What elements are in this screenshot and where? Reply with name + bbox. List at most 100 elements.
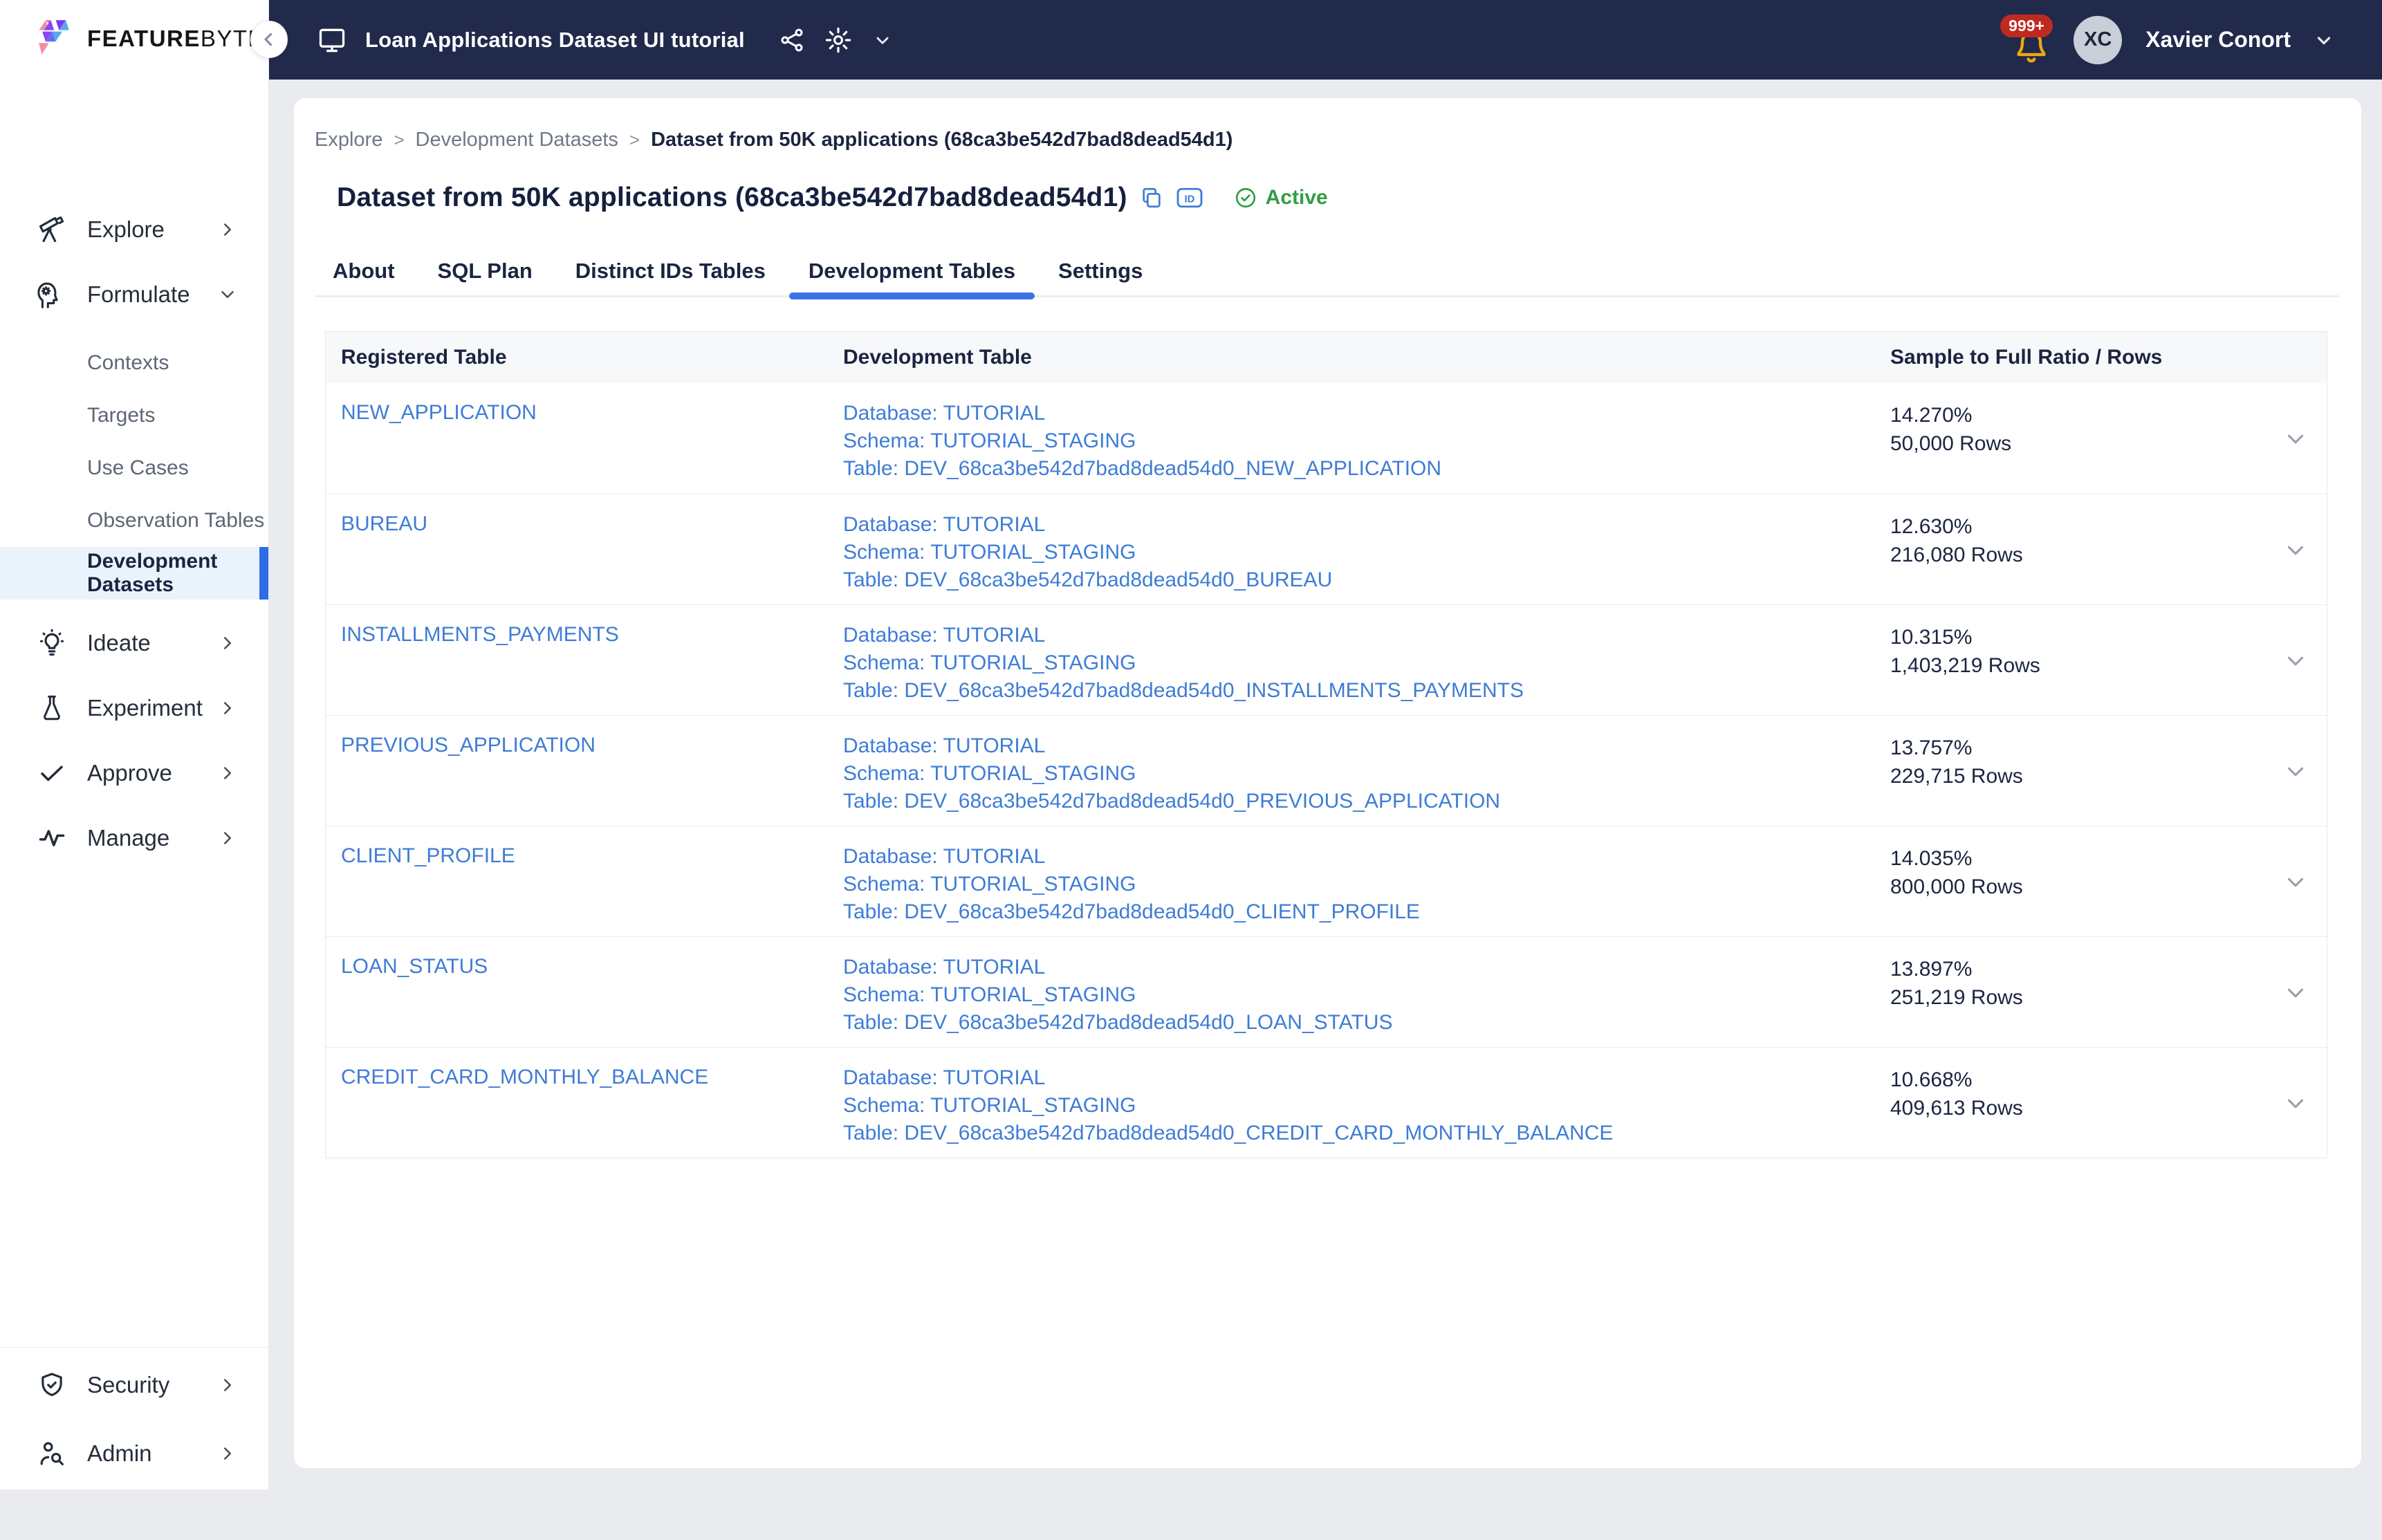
sidebar-item-approve[interactable]: Approve xyxy=(0,741,268,806)
database-label: Database: xyxy=(843,1066,938,1089)
sample-cell: 13.897% 251,219 Rows xyxy=(1875,937,2327,1047)
breadcrumb-item-explore[interactable]: Explore xyxy=(315,129,382,151)
sidebar-bottom: Security Admin xyxy=(0,1347,268,1490)
sidebar-subitem-contexts[interactable]: Contexts xyxy=(0,337,268,389)
notifications-bell[interactable]: 999+ xyxy=(2010,16,2053,64)
gear-icon[interactable] xyxy=(824,26,853,55)
table-line[interactable]: Table: DEV_68ca3be542d7bad8dead54d0_LOAN… xyxy=(843,1009,1875,1037)
development-tables-table: Registered Table Development Table Sampl… xyxy=(325,331,2327,1158)
table-line[interactable]: Table: DEV_68ca3be542d7bad8dead54d0_NEW_… xyxy=(843,455,1875,483)
database-line[interactable]: Database: TUTORIAL xyxy=(843,843,1875,871)
database-line[interactable]: Database: TUTORIAL xyxy=(843,622,1875,649)
sidebar-item-experiment[interactable]: Experiment xyxy=(0,676,268,741)
table-label: Table: xyxy=(843,1122,898,1144)
schema-label: Schema: xyxy=(843,873,925,896)
registered-table-link[interactable]: PREVIOUS_APPLICATION xyxy=(341,734,596,757)
lightbulb-icon xyxy=(36,628,68,658)
workspace-menu-chevron-icon[interactable] xyxy=(871,28,894,52)
sidebar-subitem-observation-tables[interactable]: Observation Tables xyxy=(0,494,268,547)
row-expand-chevron-icon[interactable] xyxy=(2282,759,2309,785)
table-line[interactable]: Table: DEV_68ca3be542d7bad8dead54d0_CLIE… xyxy=(843,898,1875,926)
database-line[interactable]: Database: TUTORIAL xyxy=(843,1064,1875,1092)
table-line[interactable]: Table: DEV_68ca3be542d7bad8dead54d0_CRED… xyxy=(843,1120,1875,1147)
schema-line[interactable]: Schema: TUTORIAL_STAGING xyxy=(843,539,1875,566)
sidebar-nav: Explore Formulate xyxy=(0,197,268,871)
registered-table-link[interactable]: NEW_APPLICATION xyxy=(341,401,537,424)
registered-table-link[interactable]: LOAN_STATUS xyxy=(341,955,488,978)
database-value: TUTORIAL xyxy=(943,513,1046,536)
sidebar-item-security[interactable]: Security xyxy=(0,1351,268,1419)
avatar[interactable]: XC xyxy=(2074,16,2122,64)
copy-icon[interactable] xyxy=(1140,186,1163,210)
sample-ratio: 14.035% xyxy=(1890,844,2327,873)
registered-table-link[interactable]: CREDIT_CARD_MONTHLY_BALANCE xyxy=(341,1066,708,1088)
row-expand-chevron-icon[interactable] xyxy=(2282,426,2309,452)
registered-table-link[interactable]: INSTALLMENTS_PAYMENTS xyxy=(341,623,619,646)
row-expand-chevron-icon[interactable] xyxy=(2282,648,2309,674)
tab-sql-plan[interactable]: SQL Plan xyxy=(438,249,533,295)
sidebar-subitem-targets[interactable]: Targets xyxy=(0,389,268,442)
table-line[interactable]: Table: DEV_68ca3be542d7bad8dead54d0_BURE… xyxy=(843,566,1875,594)
user-name: Xavier Conort xyxy=(2145,27,2291,53)
sidebar-item-admin[interactable]: Admin xyxy=(0,1419,268,1487)
sidebar-item-manage[interactable]: Manage xyxy=(0,806,268,871)
row-count: 409,613 Rows xyxy=(1890,1094,2327,1122)
schema-line[interactable]: Schema: TUTORIAL_STAGING xyxy=(843,427,1875,455)
activity-icon xyxy=(36,823,68,853)
development-table-cell: Database: TUTORIAL Schema: TUTORIAL_STAG… xyxy=(831,605,1875,715)
sidebar-collapse-button[interactable] xyxy=(250,21,288,58)
sample-ratio: 14.270% xyxy=(1890,401,2327,429)
registered-table-link[interactable]: CLIENT_PROFILE xyxy=(341,844,515,867)
schema-line[interactable]: Schema: TUTORIAL_STAGING xyxy=(843,1092,1875,1120)
database-line[interactable]: Database: TUTORIAL xyxy=(843,511,1875,539)
schema-line[interactable]: Schema: TUTORIAL_STAGING xyxy=(843,649,1875,677)
schema-line[interactable]: Schema: TUTORIAL_STAGING xyxy=(843,981,1875,1009)
row-expand-chevron-icon[interactable] xyxy=(2282,537,2309,564)
database-line[interactable]: Database: TUTORIAL xyxy=(843,400,1875,427)
row-count: 229,715 Rows xyxy=(1890,762,2327,790)
sidebar-item-formulate[interactable]: Formulate xyxy=(0,262,268,327)
subitem-label: Use Cases xyxy=(87,456,189,480)
sidebar-subitem-development-datasets[interactable]: Development Datasets xyxy=(0,547,268,600)
sidebar-item-explore[interactable]: Explore xyxy=(0,197,268,262)
sidebar-item-label: Experiment xyxy=(87,695,217,721)
database-line[interactable]: Database: TUTORIAL xyxy=(843,732,1875,760)
tab-distinct-ids-tables[interactable]: Distinct IDs Tables xyxy=(575,249,766,295)
database-value: TUTORIAL xyxy=(943,624,1046,647)
sample-cell: 12.630% 216,080 Rows xyxy=(1875,494,2327,604)
chevron-right-icon xyxy=(217,219,238,240)
tab-settings[interactable]: Settings xyxy=(1058,249,1143,295)
row-expand-chevron-icon[interactable] xyxy=(2282,869,2309,896)
share-icon[interactable] xyxy=(778,26,806,54)
row-expand-chevron-icon[interactable] xyxy=(2282,980,2309,1006)
breadcrumb: Explore > Development Datasets > Dataset… xyxy=(315,129,1232,151)
breadcrumb-item-development-datasets[interactable]: Development Datasets xyxy=(416,129,618,151)
schema-line[interactable]: Schema: TUTORIAL_STAGING xyxy=(843,871,1875,898)
database-value: TUTORIAL xyxy=(943,402,1046,425)
database-line[interactable]: Database: TUTORIAL xyxy=(843,954,1875,981)
id-badge-icon[interactable]: ID xyxy=(1176,186,1203,210)
sidebar-item-ideate[interactable]: Ideate xyxy=(0,611,268,676)
table-line[interactable]: Table: DEV_68ca3be542d7bad8dead54d0_INST… xyxy=(843,677,1875,705)
notification-count-badge: 999+ xyxy=(2000,15,2053,37)
user-menu-chevron-icon[interactable] xyxy=(2311,28,2336,53)
check-circle-icon xyxy=(1234,186,1257,210)
table-value: DEV_68ca3be542d7bad8dead54d0_NEW_APPLICA… xyxy=(904,457,1441,480)
schema-label: Schema: xyxy=(843,762,925,785)
flask-icon xyxy=(36,694,68,723)
schema-value: TUTORIAL_STAGING xyxy=(930,429,1136,452)
table-row: LOAN_STATUS Database: TUTORIAL Schema: T… xyxy=(326,936,2327,1047)
row-expand-chevron-icon[interactable] xyxy=(2282,1091,2309,1117)
table-line[interactable]: Table: DEV_68ca3be542d7bad8dead54d0_PREV… xyxy=(843,788,1875,815)
title-row: Dataset from 50K applications (68ca3be54… xyxy=(337,183,1328,213)
tab-development-tables[interactable]: Development Tables xyxy=(809,249,1015,295)
subitem-label: Contexts xyxy=(87,351,169,375)
main-content: Explore > Development Datasets > Dataset… xyxy=(269,80,2382,1490)
tab-about[interactable]: About xyxy=(333,249,395,295)
sample-cell: 10.315% 1,403,219 Rows xyxy=(1875,605,2327,715)
schema-line[interactable]: Schema: TUTORIAL_STAGING xyxy=(843,760,1875,788)
table-row: BUREAU Database: TUTORIAL Schema: TUTORI… xyxy=(326,494,2327,604)
sidebar-subitem-use-cases[interactable]: Use Cases xyxy=(0,442,268,494)
registered-table-link[interactable]: BUREAU xyxy=(341,512,427,535)
logo-mark-icon xyxy=(35,18,77,59)
